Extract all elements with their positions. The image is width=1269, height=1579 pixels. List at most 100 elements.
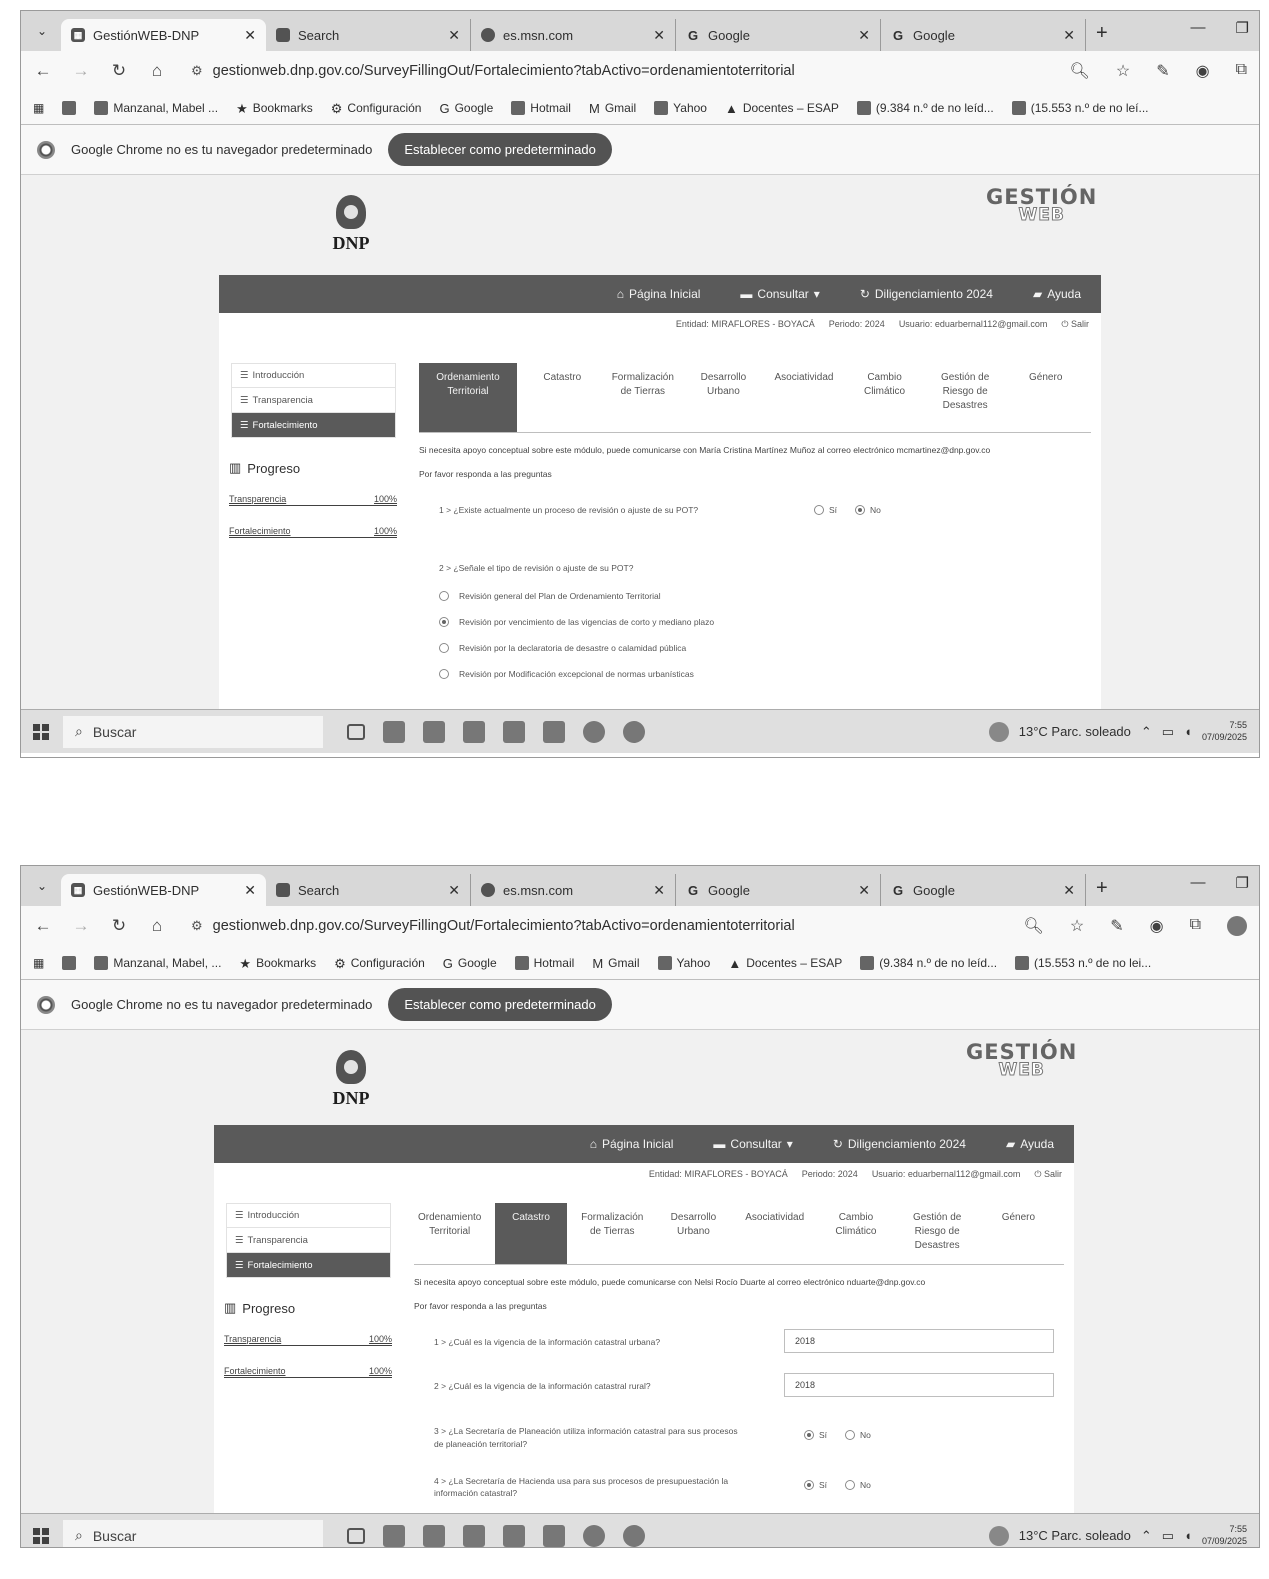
dnp-logo[interactable]: DNP (321, 195, 381, 254)
minimize-icon[interactable]: — (1191, 19, 1206, 37)
sidebar-item-fortalecimiento[interactable]: ☰ Fortalecimiento (231, 413, 396, 438)
new-tab-plus-icon[interactable]: + (1096, 22, 1108, 45)
radio-option[interactable]: Revisión por vencimiento de las vigencia… (419, 617, 1091, 627)
tab-genero[interactable]: Género (1010, 363, 1081, 432)
back-arrow-icon[interactable]: ← (33, 61, 53, 81)
bookmark-item[interactable]: (9.384 n.º de no leíd... (860, 955, 997, 970)
bookmark-item[interactable]: Yahoo (654, 100, 707, 115)
close-icon[interactable]: ✕ (448, 27, 460, 44)
clock[interactable]: 7:55 07/09/2025 (1202, 1524, 1247, 1547)
restore-icon[interactable]: ❐ (1236, 874, 1249, 892)
nav-home[interactable]: ⌂ Página Inicial (590, 1137, 674, 1151)
nav-home[interactable]: ⌂ Página Inicial (617, 287, 701, 301)
file-explorer-icon[interactable] (463, 720, 485, 743)
edge-icon[interactable] (583, 720, 605, 743)
radio-no[interactable]: No (855, 505, 881, 515)
apps-grid-icon[interactable]: ▦ (33, 101, 44, 115)
extension-pen-icon[interactable]: ✎ (1110, 916, 1123, 936)
bookmark-item[interactable]: Hotmail (511, 100, 571, 115)
radio-no[interactable]: No (845, 1429, 871, 1442)
browser-tab[interactable]: G Google ✕ (676, 19, 881, 51)
browser-tab[interactable]: G Google ✕ (676, 874, 881, 906)
taskbar-search[interactable]: ⌕ Buscar (63, 715, 323, 748)
bookmark-item[interactable]: ▲ Docentes – ESAP (725, 101, 839, 116)
answer-input[interactable]: 2018 (784, 1373, 1054, 1397)
bookmark-item[interactable]: Manzanal, Mabel, ... (94, 955, 221, 970)
logout-link[interactable]: ⏻ Salir (1061, 319, 1089, 330)
bookmark-item[interactable]: (9.384 n.º de no leíd... (856, 100, 994, 115)
puzzle-icon[interactable]: ⧉ (1190, 916, 1201, 936)
word-icon[interactable] (383, 720, 405, 743)
tab-search-chevron-icon[interactable]: ⌄ (29, 18, 55, 44)
set-default-button[interactable]: Establecer como predeterminado (388, 988, 612, 1021)
sidebar-item-transparencia[interactable]: ☰ Transparencia (231, 388, 396, 413)
taskbar-search[interactable]: ⌕ Buscar (63, 1519, 323, 1547)
close-icon[interactable]: ✕ (858, 27, 870, 44)
progress-row[interactable]: Transparencia 100% (224, 1334, 392, 1346)
bookmark-item[interactable]: ⚙ Configuración (331, 101, 422, 116)
network-icon[interactable]: ▭ (1162, 724, 1174, 740)
teams-icon[interactable] (423, 1524, 445, 1547)
site-settings-icon[interactable]: ⚙ (191, 918, 203, 934)
edge-icon[interactable] (583, 1524, 605, 1547)
site-settings-icon[interactable]: ⚙ (191, 63, 203, 79)
nav-consultar[interactable]: ▬ Consultar ▾ (713, 1137, 792, 1151)
nav-ayuda[interactable]: ▰ Ayuda (1006, 1137, 1054, 1151)
volume-icon[interactable]: ◖ (1184, 1528, 1192, 1543)
teams-icon[interactable] (423, 720, 445, 743)
forward-arrow-icon[interactable]: → (71, 916, 91, 936)
browser-tab[interactable]: G Google ✕ (881, 19, 1086, 51)
weather-icon[interactable] (988, 721, 1009, 742)
nav-diligenciamiento[interactable]: ↻ Diligenciamiento 2024 (833, 1137, 966, 1151)
profile-avatar[interactable] (1227, 916, 1247, 936)
nav-ayuda[interactable]: ▰ Ayuda (1033, 287, 1081, 301)
radio-no[interactable]: No (845, 1479, 871, 1492)
bookmark-item[interactable]: ▲ Docentes – ESAP (728, 956, 842, 971)
task-view-icon[interactable] (347, 723, 365, 740)
excel-icon[interactable] (503, 1524, 525, 1547)
task-view-icon[interactable] (347, 1527, 365, 1544)
progress-row[interactable]: Fortalecimiento 100% (229, 526, 397, 538)
tab-desarrollo-urbano[interactable]: Desarrollo Urbano (688, 363, 759, 432)
apps-grid-icon[interactable]: ▦ (33, 956, 44, 970)
close-icon[interactable]: ✕ (244, 882, 256, 899)
star-icon[interactable]: ☆ (1116, 61, 1130, 81)
tab-asociatividad[interactable]: Asociatividad (739, 1203, 810, 1264)
close-icon[interactable]: ✕ (244, 27, 256, 44)
close-icon[interactable]: ✕ (448, 882, 460, 899)
word-icon[interactable] (383, 1524, 405, 1547)
weather-icon[interactable] (988, 1525, 1009, 1546)
radio-option[interactable]: Revisión por la declaratoria de desastre… (419, 643, 1091, 653)
bookmark-item[interactable]: (15.553 n.º de no lei... (1015, 955, 1151, 970)
tab-cambio-climatico[interactable]: Cambio Climático (820, 1203, 891, 1264)
extension-icon[interactable]: ◉ (1150, 916, 1164, 936)
dnp-logo[interactable]: DNP (321, 1050, 381, 1109)
browser-tab[interactable]: ▦ GestiónWEB-DNP ✕ (61, 874, 266, 906)
answer-input[interactable]: 2018 (784, 1329, 1054, 1353)
radio-si[interactable]: Sí (804, 1479, 827, 1492)
tab-formalizacion[interactable]: Formalización de Tierras (577, 1203, 648, 1264)
nav-diligenciamiento[interactable]: ↻ Diligenciamiento 2024 (860, 287, 993, 301)
bookmark-item[interactable]: G Google (443, 956, 497, 971)
access-icon[interactable] (543, 720, 565, 743)
extension-icon[interactable]: ◉ (1196, 61, 1210, 81)
network-icon[interactable]: ▭ (1162, 1528, 1174, 1544)
radio-si[interactable]: Sí (814, 505, 837, 515)
extension-pen-icon[interactable]: ✎ (1156, 61, 1169, 81)
windows-start-icon[interactable] (33, 723, 49, 740)
volume-icon[interactable]: ◖ (1184, 724, 1192, 739)
bookmark-item[interactable]: ★ Bookmarks (239, 956, 316, 971)
sidebar-item-fortalecimiento[interactable]: ☰ Fortalecimiento (226, 1253, 391, 1278)
puzzle-icon[interactable]: ⧉ (1236, 61, 1247, 81)
tab-catastro[interactable]: Catastro (495, 1203, 567, 1264)
tab-gestion-riesgo[interactable]: Gestión de Riesgo de Desastres (930, 363, 1001, 432)
tab-asociatividad[interactable]: Asociatividad (769, 363, 840, 432)
weather-text[interactable]: 13°C Parc. soleado (1019, 1528, 1131, 1543)
clock[interactable]: 7:55 07/09/2025 (1202, 720, 1247, 743)
browser-tab[interactable]: es.msn.com ✕ (471, 19, 676, 51)
star-icon[interactable]: ☆ (1070, 916, 1084, 936)
bookmark-item[interactable]: Yahoo (657, 955, 710, 970)
nav-consultar[interactable]: ▬ Consultar ▾ (740, 287, 819, 301)
bookmark-item[interactable]: Manzanal, Mabel ... (94, 100, 218, 115)
close-icon[interactable]: ✕ (653, 882, 665, 899)
